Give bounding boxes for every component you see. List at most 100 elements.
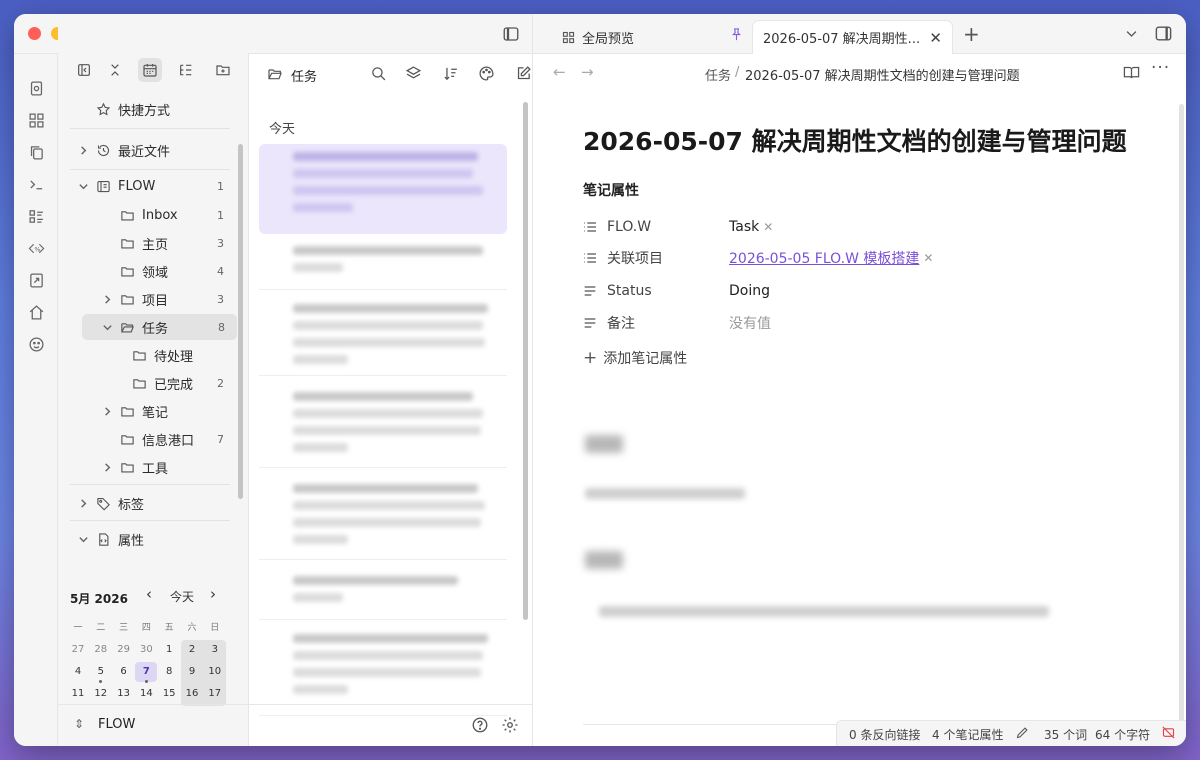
copy-icon[interactable] (25, 141, 47, 163)
canvas-icon[interactable] (25, 109, 47, 131)
calendar-day[interactable]: 15 (158, 684, 180, 704)
add-property-button[interactable]: + 添加笔记属性 (583, 348, 687, 368)
calendar-day[interactable]: 28 (90, 640, 112, 660)
file-list-item[interactable] (259, 384, 507, 468)
property-row-flow[interactable]: FLO.W Task ✕ (579, 212, 1179, 242)
tree-item-projects[interactable]: 项目 3 (100, 286, 236, 312)
properties-heading[interactable]: 笔记属性 (583, 180, 639, 200)
status-properties[interactable]: 4 个笔记属性 (932, 726, 1003, 743)
property-row-note[interactable]: 备注 没有值 (579, 308, 1179, 338)
file-list-item[interactable] (259, 238, 507, 290)
new-note-icon[interactable] (515, 65, 532, 86)
reading-view-icon[interactable] (1123, 64, 1140, 85)
tree-item-done[interactable]: 已完成 2 (130, 370, 236, 396)
tree-item-pending[interactable]: 待处理 (130, 342, 236, 368)
shortcuts-header[interactable]: 快捷方式 (94, 96, 170, 122)
collapse-all-icon[interactable] (103, 58, 127, 82)
forward-arrow-icon[interactable]: → (581, 63, 594, 81)
toggle-right-sidebar-icon[interactable] (1154, 24, 1173, 47)
sync-disabled-icon[interactable] (1161, 725, 1176, 743)
editor-scrollbar[interactable] (1179, 104, 1184, 724)
calendar-day[interactable]: 30 (135, 640, 157, 660)
sidebar-scrollbar[interactable] (238, 144, 243, 499)
property-link-value[interactable]: 2026-05-05 FLO.W 模板搭建 (729, 248, 919, 268)
smile-icon[interactable] (25, 333, 47, 355)
calendar-day[interactable]: 8 (158, 662, 180, 682)
calendar-day[interactable]: 16 (181, 684, 203, 704)
remove-value-icon[interactable]: ✕ (923, 251, 933, 265)
layers-icon[interactable] (405, 65, 422, 86)
tree-item-info-port[interactable]: 信息港口 7 (118, 426, 236, 452)
breadcrumb-folder[interactable]: 任务 (705, 65, 731, 84)
tree-item-notes[interactable]: 笔记 (100, 398, 236, 424)
open-quick-switcher-icon[interactable] (25, 77, 47, 99)
calendar-day[interactable]: 9 (181, 662, 203, 682)
new-folder-icon[interactable] (211, 58, 235, 82)
back-arrow-icon[interactable]: ← (553, 63, 566, 81)
calendar-day[interactable]: 1 (158, 640, 180, 660)
toggle-sidebar-icon[interactable] (498, 22, 524, 46)
property-value-empty[interactable]: 没有值 (729, 313, 771, 333)
tree-item-tags[interactable]: 标签 (76, 490, 236, 516)
sort-icon[interactable] (442, 65, 459, 86)
help-icon[interactable] (471, 716, 489, 738)
tab-current-note[interactable]: 2026-05-07 解决周期性... ✕ (752, 20, 953, 54)
property-value[interactable]: Task (729, 219, 759, 235)
settings-gear-icon[interactable] (501, 716, 519, 738)
close-window-button[interactable] (28, 27, 41, 40)
tree-item-flow[interactable]: FLOW 1 (76, 173, 236, 199)
calendar-day[interactable]: 10 (204, 662, 226, 682)
property-value[interactable]: Doing (729, 283, 770, 299)
breadcrumb-file[interactable]: 2026-05-07 解决周期性文档的创建与管理问题 (745, 65, 1020, 84)
calendar-day[interactable]: 6 (113, 662, 135, 682)
tree-item-properties[interactable]: 属性 (76, 526, 236, 552)
calendar-day[interactable]: 4 (67, 662, 89, 682)
file-list-scrollbar[interactable] (523, 102, 528, 620)
tree-item-home[interactable]: 主页 3 (118, 230, 236, 256)
calendar-day[interactable]: 14 (135, 684, 157, 704)
navigator-icon[interactable] (25, 269, 47, 291)
calendar-day[interactable]: 5 (90, 662, 112, 682)
calendar-day[interactable]: 12 (90, 684, 112, 704)
status-backlinks[interactable]: 0 条反向链接 (849, 726, 920, 743)
calendar-today-button[interactable]: 今天 (170, 588, 194, 605)
calendar-day[interactable]: 29 (113, 640, 135, 660)
terminal-icon[interactable] (25, 173, 47, 195)
calendar-prev-button[interactable]: ‹ (146, 585, 152, 603)
property-row-status[interactable]: Status Doing (579, 276, 1179, 306)
tab-overview[interactable]: 全局预览 (561, 20, 634, 54)
close-tab-icon[interactable]: ✕ (929, 29, 942, 47)
new-tab-icon[interactable]: + (963, 22, 980, 46)
palette-icon[interactable] (478, 65, 495, 86)
calendar-next-button[interactable]: › (210, 585, 216, 603)
calendar-day[interactable]: 17 (204, 684, 226, 704)
file-list-item[interactable] (259, 568, 507, 620)
templater-icon[interactable]: % (25, 237, 47, 259)
note-title[interactable]: 2026-05-07 解决周期性文档的创建与管理问题 (583, 122, 1127, 158)
calendar-day[interactable]: 7 (135, 662, 158, 682)
search-icon[interactable] (370, 65, 387, 86)
property-row-related-project[interactable]: 关联项目 2026-05-05 FLO.W 模板搭建 ✕ (579, 243, 1179, 273)
calendar-day[interactable]: 27 (67, 640, 89, 660)
calendar-day[interactable]: 2 (181, 640, 203, 660)
list-tree-icon[interactable] (174, 58, 198, 82)
file-list-item[interactable] (259, 476, 507, 560)
file-list-item[interactable] (259, 296, 507, 376)
tree-item-tools[interactable]: 工具 (100, 454, 236, 480)
more-options-icon[interactable]: ··· (1151, 58, 1170, 78)
tree-item-recent-files[interactable]: 最近文件 (76, 137, 236, 163)
vault-switcher[interactable]: ⇕ FLOW (58, 704, 248, 746)
calendar-day[interactable]: 3 (204, 640, 226, 660)
pencil-icon[interactable] (1015, 725, 1030, 743)
chevron-down-icon[interactable] (1124, 26, 1139, 45)
collapse-pane-icon[interactable] (72, 58, 96, 82)
list-checks-icon[interactable] (25, 205, 47, 227)
home-icon[interactable] (25, 301, 47, 323)
file-list-item[interactable] (259, 626, 507, 716)
pin-icon[interactable] (729, 27, 744, 46)
calendar-day[interactable]: 11 (67, 684, 89, 704)
file-list-item-active[interactable] (259, 144, 507, 234)
tree-item-inbox[interactable]: Inbox 1 (118, 202, 236, 228)
tree-item-tasks[interactable]: 任务 8 (82, 314, 237, 340)
calendar-day[interactable]: 13 (113, 684, 135, 704)
